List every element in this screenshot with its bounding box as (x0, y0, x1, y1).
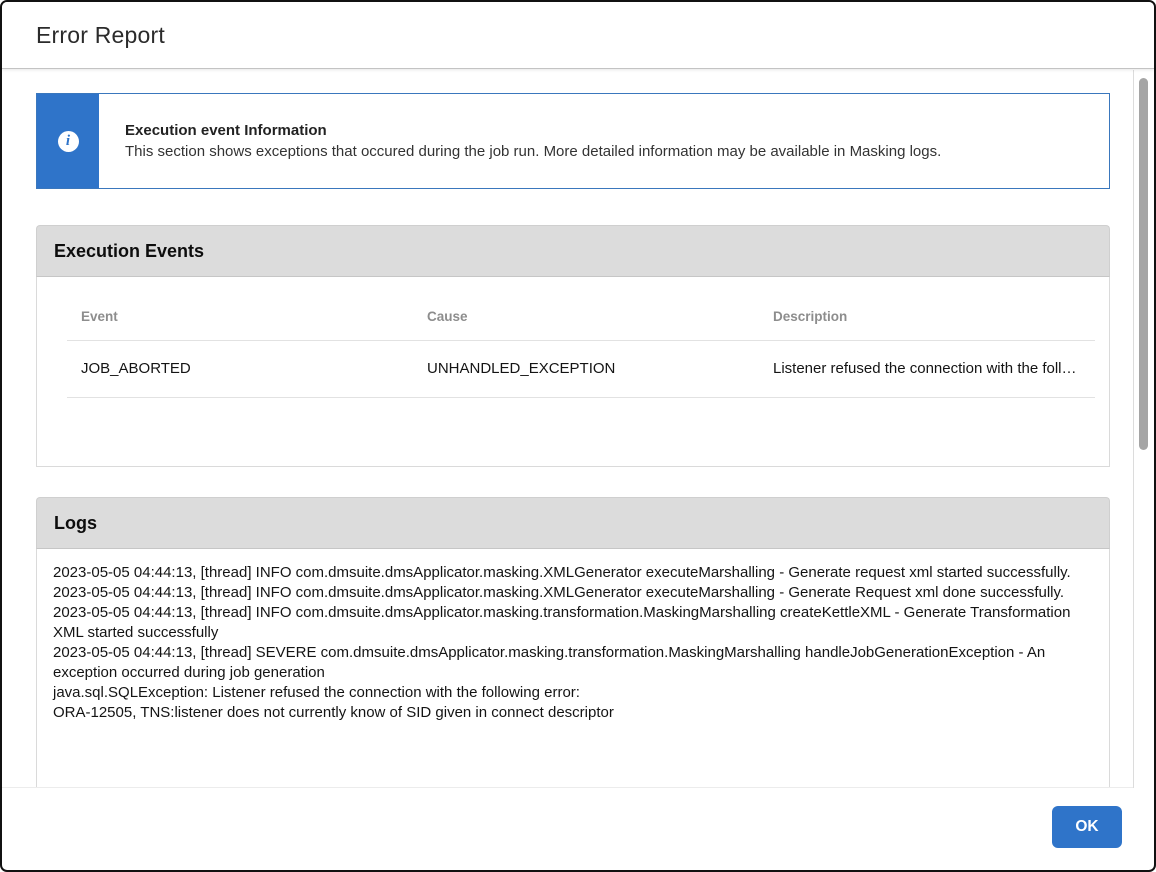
info-banner-body: Execution event Information This section… (99, 94, 1109, 188)
dialog-content: i Execution event Information This secti… (2, 70, 1133, 788)
column-header-event: Event (67, 309, 413, 324)
ok-button[interactable]: OK (1052, 806, 1122, 848)
table-header-row: Event Cause Description (67, 277, 1095, 341)
logs-panel: Logs 2023-05-05 04:44:13, [thread] INFO … (36, 497, 1110, 788)
description-cell: Listener refused the connection with the… (759, 360, 1095, 377)
log-line: 2023-05-05 04:44:13, [thread] INFO com.d… (53, 563, 1079, 583)
logs-body: 2023-05-05 04:44:13, [thread] INFO com.d… (36, 549, 1110, 788)
table-row: JOB_ABORTED UNHANDLED_EXCEPTION Listener… (67, 341, 1095, 398)
execution-events-title: Execution Events (54, 241, 204, 262)
execution-events-table: Event Cause Description JOB_ABORTED UNHA… (67, 277, 1095, 398)
event-cell: JOB_ABORTED (67, 360, 413, 377)
cause-cell: UNHANDLED_EXCEPTION (413, 360, 759, 377)
execution-events-header: Execution Events (36, 225, 1110, 277)
dialog-title: Error Report (36, 22, 165, 49)
log-line: 2023-05-05 04:44:13, [thread] SEVERE com… (53, 643, 1079, 683)
log-line: ORA-12505, TNS:listener does not current… (53, 703, 1079, 723)
logs-title: Logs (54, 513, 97, 534)
info-banner: i Execution event Information This secti… (36, 93, 1110, 189)
column-header-cause: Cause (413, 309, 759, 324)
log-line: 2023-05-05 04:44:13, [thread] INFO com.d… (53, 583, 1079, 603)
info-banner-title: Execution event Information (125, 122, 1109, 139)
info-icon: i (58, 131, 79, 152)
dialog-header: Error Report (2, 2, 1154, 69)
log-line: java.sql.SQLException: Listener refused … (53, 683, 1079, 703)
dialog-scrollbar-track[interactable] (1133, 70, 1153, 788)
error-report-dialog: Error Report i Execution event Informati… (0, 0, 1156, 872)
column-header-description: Description (759, 309, 1095, 324)
dialog-scrollbar-thumb[interactable] (1139, 78, 1148, 450)
execution-events-panel: Execution Events Event Cause Description… (36, 225, 1110, 467)
info-banner-text: This section shows exceptions that occur… (125, 143, 1109, 160)
execution-events-body: Event Cause Description JOB_ABORTED UNHA… (36, 277, 1110, 467)
logs-header: Logs (36, 497, 1110, 549)
log-line: 2023-05-05 04:44:13, [thread] INFO com.d… (53, 603, 1079, 643)
info-banner-icon-block: i (37, 94, 99, 188)
